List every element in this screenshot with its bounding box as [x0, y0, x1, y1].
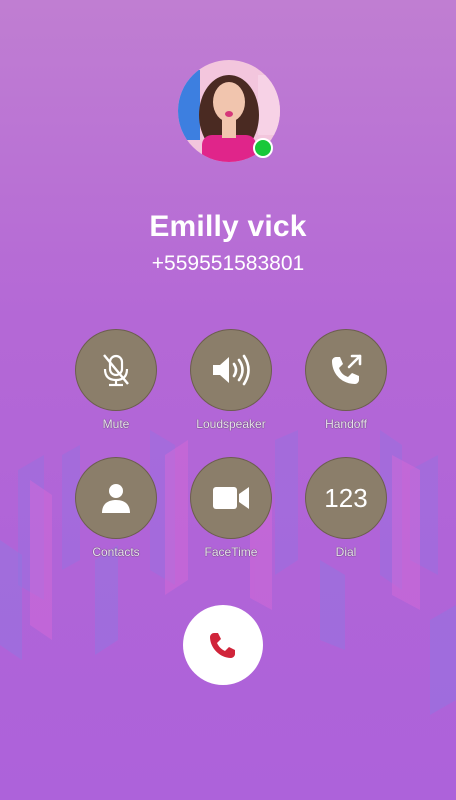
speaker-icon: [213, 354, 250, 386]
phone-forward-icon: [332, 354, 362, 384]
contacts-button[interactable]: [75, 457, 157, 539]
contacts-label: Contacts: [92, 545, 140, 559]
mute-label: Mute: [102, 417, 130, 431]
call-screen: Emilly vick +559551583801 Mute Loudspeak…: [0, 0, 456, 800]
loudspeaker-label: Loudspeaker: [196, 417, 266, 431]
caller-number: +559551583801: [151, 252, 305, 275]
facetime-button[interactable]: [190, 457, 272, 539]
mute-button[interactable]: [75, 329, 157, 411]
loudspeaker-button[interactable]: [190, 329, 272, 411]
mic-off-icon: [103, 354, 129, 387]
handoff-label: Handoff: [325, 417, 367, 431]
end-call-button[interactable]: [183, 605, 263, 685]
online-status-indicator: [253, 138, 273, 158]
dial-button[interactable]: 123: [305, 457, 387, 539]
person-icon: [102, 484, 130, 513]
dial-label: Dial: [335, 545, 357, 559]
keypad-text: 123: [324, 482, 368, 513]
handoff-button[interactable]: [305, 329, 387, 411]
facetime-label: FaceTime: [204, 545, 258, 559]
phone-hangup-icon: [210, 633, 235, 658]
caller-name: Emilly vick: [149, 210, 307, 243]
video-camera-icon: [213, 487, 249, 509]
